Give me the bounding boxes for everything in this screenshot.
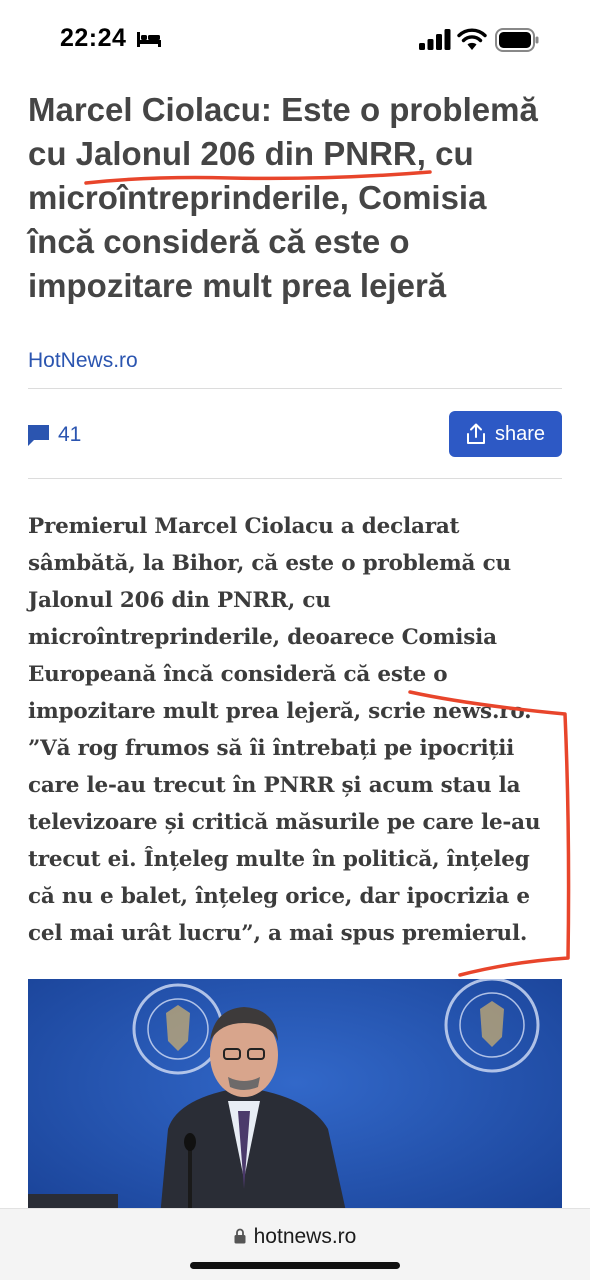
body-line: sâmbătă, la Bihor, că este o problemă cu bbox=[28, 551, 511, 576]
seal-icon bbox=[444, 979, 540, 1073]
divider bbox=[28, 388, 562, 389]
article-photo[interactable] bbox=[28, 979, 562, 1239]
comment-icon bbox=[28, 424, 49, 446]
url-text: hotnews.ro bbox=[253, 1225, 357, 1248]
url-display[interactable]: hotnews.ro bbox=[0, 1225, 590, 1249]
headline-line: cu Jalonul 206 din PNRR, cu bbox=[28, 135, 474, 172]
body-line: că nu e balet, înțeleg orice, dar ipocri… bbox=[28, 884, 530, 909]
body-line: Premierul Marcel Ciolacu a declarat bbox=[28, 514, 460, 539]
lock-icon bbox=[234, 1228, 246, 1244]
body-line: microîntreprinderile, deoarece Comisia bbox=[28, 625, 497, 650]
browser-url-bar[interactable]: hotnews.ro bbox=[0, 1208, 590, 1280]
headline-line: impozitare mult prea lejeră bbox=[28, 267, 447, 304]
body-line: care le-au trecut în PNRR și acum stau l… bbox=[28, 773, 521, 798]
battery-icon bbox=[495, 28, 539, 52]
source-link[interactable]: HotNews.ro bbox=[28, 349, 138, 373]
body-line: cel mai urât lucru”, a mai spus premieru… bbox=[28, 921, 528, 946]
body-line: impozitare mult prea lejeră, scrie news.… bbox=[28, 699, 532, 724]
divider bbox=[28, 478, 562, 479]
article-headline: Marcel Ciolacu: Este o problemă cu Jalon… bbox=[28, 88, 568, 308]
headline-line: încă consideră că este o bbox=[28, 223, 410, 260]
home-indicator[interactable] bbox=[190, 1262, 400, 1269]
body-line: trecut ei. Înțeleg multe în politică, în… bbox=[28, 847, 530, 872]
photo-illustration bbox=[28, 979, 562, 1239]
body-line: ”Vă rog frumos să îi întrebați pe ipocri… bbox=[28, 736, 515, 761]
share-label: share bbox=[494, 422, 546, 445]
article-body: Premierul Marcel Ciolacu a declarat sâmb… bbox=[28, 508, 568, 952]
body-line: Europeană încă consideră că este o bbox=[28, 662, 448, 687]
body-line: Jalonul 206 din PNRR, cu bbox=[28, 588, 331, 613]
headline-line: microîntreprinderile, Comisia bbox=[28, 179, 487, 216]
headline-line: Marcel Ciolacu: Este o problemă bbox=[28, 91, 538, 128]
status-bar: 22:24 bbox=[0, 0, 590, 80]
share-icon bbox=[466, 423, 485, 444]
comments-link[interactable]: 41 bbox=[28, 422, 81, 448]
status-time: 22:24 bbox=[60, 24, 127, 52]
wifi-icon bbox=[457, 28, 487, 50]
body-line: televizoare și critică măsurile pe care … bbox=[28, 810, 541, 835]
comment-count: 41 bbox=[58, 423, 82, 446]
signal-icon bbox=[419, 29, 451, 50]
bed-icon bbox=[137, 32, 161, 47]
share-button[interactable]: share bbox=[449, 411, 562, 457]
